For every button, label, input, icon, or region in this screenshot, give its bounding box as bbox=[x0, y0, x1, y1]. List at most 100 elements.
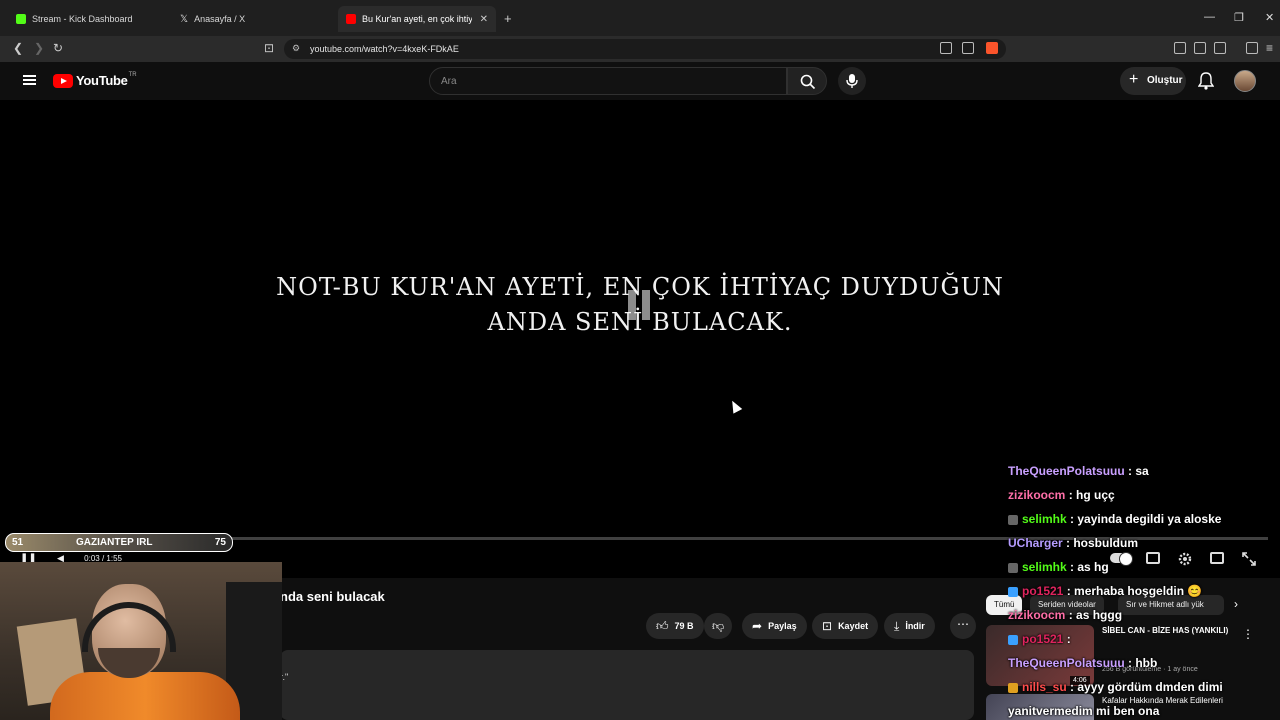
recommendation-title: SİBEL CAN - BİZE HAS (YANKILI) bbox=[1102, 626, 1229, 635]
close-window-icon[interactable]: ✕ bbox=[1265, 11, 1274, 24]
youtube-play-icon bbox=[53, 73, 73, 88]
more-actions-icon[interactable]: ⋯ bbox=[950, 613, 976, 639]
mouse-cursor-icon bbox=[727, 398, 743, 414]
description-box[interactable]: r." bbox=[280, 650, 974, 720]
create-button[interactable]: + Oluştur bbox=[1120, 67, 1186, 95]
theater-mode-icon[interactable] bbox=[1210, 552, 1224, 564]
close-tab-icon[interactable]: ✕ bbox=[480, 14, 488, 25]
menu-icon[interactable]: ≡ bbox=[1266, 41, 1273, 55]
minimize-icon[interactable]: — bbox=[1204, 11, 1215, 23]
save-label: Kaydet bbox=[838, 621, 869, 631]
kick-icon bbox=[16, 14, 26, 24]
chat-badge-icon bbox=[1008, 514, 1018, 525]
chat-message: TheQueenPolatsuuu : hbb bbox=[1008, 656, 1157, 670]
like-button[interactable]: 👍︎ 79 B bbox=[646, 613, 704, 639]
hamburger-menu-icon[interactable] bbox=[23, 75, 36, 85]
puzzle-icon[interactable] bbox=[1194, 42, 1206, 54]
chat-username: po1521 bbox=[1022, 584, 1064, 598]
chat-badge-icon bbox=[1008, 562, 1018, 573]
streamer-webcam bbox=[0, 562, 282, 720]
voice-search-button[interactable] bbox=[838, 67, 866, 95]
search-placeholder: Ara bbox=[441, 76, 457, 87]
fullscreen-icon[interactable] bbox=[1242, 552, 1256, 566]
chat-message: UCharger : hosbuldum bbox=[1008, 536, 1138, 550]
account-avatar[interactable] bbox=[1234, 70, 1256, 92]
chat-username: zizikoocm bbox=[1008, 488, 1066, 502]
youtube-logo[interactable]: YouTube TR bbox=[53, 71, 137, 88]
tab-label: Bu Kur'an ayeti, en çok ihtiyaç bbox=[362, 14, 472, 24]
new-tab-button[interactable]: + bbox=[504, 11, 512, 26]
sidebar-icon[interactable] bbox=[1214, 42, 1226, 54]
chat-text: mi ben ona bbox=[1092, 704, 1160, 718]
media-icon[interactable] bbox=[1246, 42, 1258, 54]
hud-location: GAZIANTEP IRL bbox=[76, 537, 153, 548]
autoplay-toggle[interactable] bbox=[1110, 552, 1133, 566]
chat-text: : sa bbox=[1124, 464, 1149, 478]
search-input[interactable]: Ara bbox=[429, 67, 787, 95]
chat-message: TheQueenPolatsuuu : sa bbox=[1008, 464, 1149, 478]
chat-username: po1521 bbox=[1022, 632, 1064, 646]
search-button[interactable] bbox=[787, 67, 827, 95]
youtube-favicon-icon bbox=[346, 14, 356, 24]
chip-channel[interactable]: Sır ve Hikmet adlı yük bbox=[1118, 595, 1224, 615]
tab-label: Stream - Kick Dashboard bbox=[32, 14, 133, 24]
notifications-bell-icon[interactable] bbox=[1198, 72, 1214, 90]
share-page-icon[interactable] bbox=[962, 42, 974, 54]
tab-x-home[interactable]: 𝕏 Anasayfa / X bbox=[172, 6, 332, 32]
chat-message: zizikoocm : as hggg bbox=[1008, 608, 1122, 622]
chat-text: : hbb bbox=[1124, 656, 1158, 670]
chat-username: TheQueenPolatsuuu bbox=[1008, 464, 1125, 478]
chat-username: selimhk bbox=[1022, 512, 1067, 526]
chat-message: zizikoocm : hg uçç bbox=[1008, 488, 1115, 502]
address-toolbar: ❮ ❯ ↻ ⊡ ⚙ youtube.com/watch?v=4kxeK-FDkA… bbox=[0, 36, 1280, 62]
extension-icon[interactable] bbox=[1174, 42, 1186, 54]
chat-text: : ayyy gördüm dmden dimi bbox=[1066, 680, 1223, 694]
video-title: nda seni bulacak bbox=[280, 589, 385, 604]
hud-right-value: 75 bbox=[214, 537, 226, 548]
download-button[interactable]: ⤓ İndir bbox=[884, 613, 935, 639]
chip-label: Sır ve Hikmet adlı yük bbox=[1126, 600, 1204, 609]
browser-tab-bar: Stream - Kick Dashboard 𝕏 Anasayfa / X B… bbox=[0, 0, 1280, 36]
save-button[interactable]: ⊡ Kaydet bbox=[812, 613, 879, 639]
mic-icon bbox=[846, 74, 858, 88]
video-player[interactable]: NOT-BU KUR'AN AYETİ, EN ÇOK İHTİYAÇ DUYD… bbox=[0, 100, 1280, 578]
chat-username: nills_su bbox=[1022, 680, 1067, 694]
country-code: TR bbox=[128, 71, 137, 78]
share-button[interactable]: ➦ Paylaş bbox=[742, 613, 807, 639]
search-icon bbox=[800, 74, 816, 90]
youtube-header: YouTube TR Ara + Oluştur bbox=[0, 62, 1280, 100]
download-label: İndir bbox=[905, 621, 925, 631]
thumbs-up-icon: 👍︎ bbox=[656, 618, 669, 633]
settings-gear-icon[interactable] bbox=[1177, 551, 1193, 567]
chat-username: yanitvermedim bbox=[1008, 704, 1093, 718]
restore-icon[interactable]: ❐ bbox=[1234, 11, 1244, 24]
site-info-icon[interactable]: ⚙ bbox=[292, 43, 300, 54]
create-label: Oluştur bbox=[1147, 75, 1183, 86]
stream-location-hud: 51 GAZIANTEP IRL 75 bbox=[5, 533, 233, 552]
bookmark-icon[interactable]: ⊡ bbox=[264, 41, 274, 55]
chat-message: selimhk : yayinda degildi ya aloske bbox=[1008, 512, 1221, 526]
cast-icon[interactable] bbox=[940, 42, 952, 54]
reload-icon[interactable]: ↻ bbox=[53, 41, 63, 55]
kebab-menu-icon[interactable]: ⋮ bbox=[1242, 627, 1254, 641]
chat-username: zizikoocm bbox=[1008, 608, 1066, 622]
url-text: youtube.com/watch?v=4kxeK-FDkAE bbox=[310, 44, 459, 54]
subtitles-icon[interactable] bbox=[1146, 552, 1160, 564]
dislike-button[interactable]: 👎︎ bbox=[704, 613, 733, 639]
url-field[interactable]: ⚙ youtube.com/watch?v=4kxeK-FDkAE bbox=[284, 39, 1006, 59]
download-icon: ⤓ bbox=[894, 618, 900, 633]
chat-text: : hg uçç bbox=[1065, 488, 1115, 502]
brave-shield-icon[interactable] bbox=[986, 42, 998, 54]
chat-badge-icon bbox=[1008, 586, 1018, 597]
tab-kick-dashboard[interactable]: Stream - Kick Dashboard bbox=[8, 6, 168, 32]
chat-text: : as hg bbox=[1066, 560, 1109, 574]
tab-youtube-video[interactable]: Bu Kur'an ayeti, en çok ihtiyaç ✕ bbox=[338, 6, 496, 32]
forward-icon[interactable]: ❯ bbox=[34, 41, 44, 55]
orange-shirt bbox=[50, 672, 240, 720]
chat-message: po1521 : merhaba hoşgeldin 😊 bbox=[1008, 584, 1202, 598]
chat-username: selimhk bbox=[1022, 560, 1067, 574]
back-icon[interactable]: ❮ bbox=[13, 41, 23, 55]
plus-icon: + bbox=[1129, 71, 1139, 88]
chat-badge-icon bbox=[1008, 634, 1018, 645]
chevron-right-icon[interactable]: › bbox=[1234, 597, 1238, 611]
